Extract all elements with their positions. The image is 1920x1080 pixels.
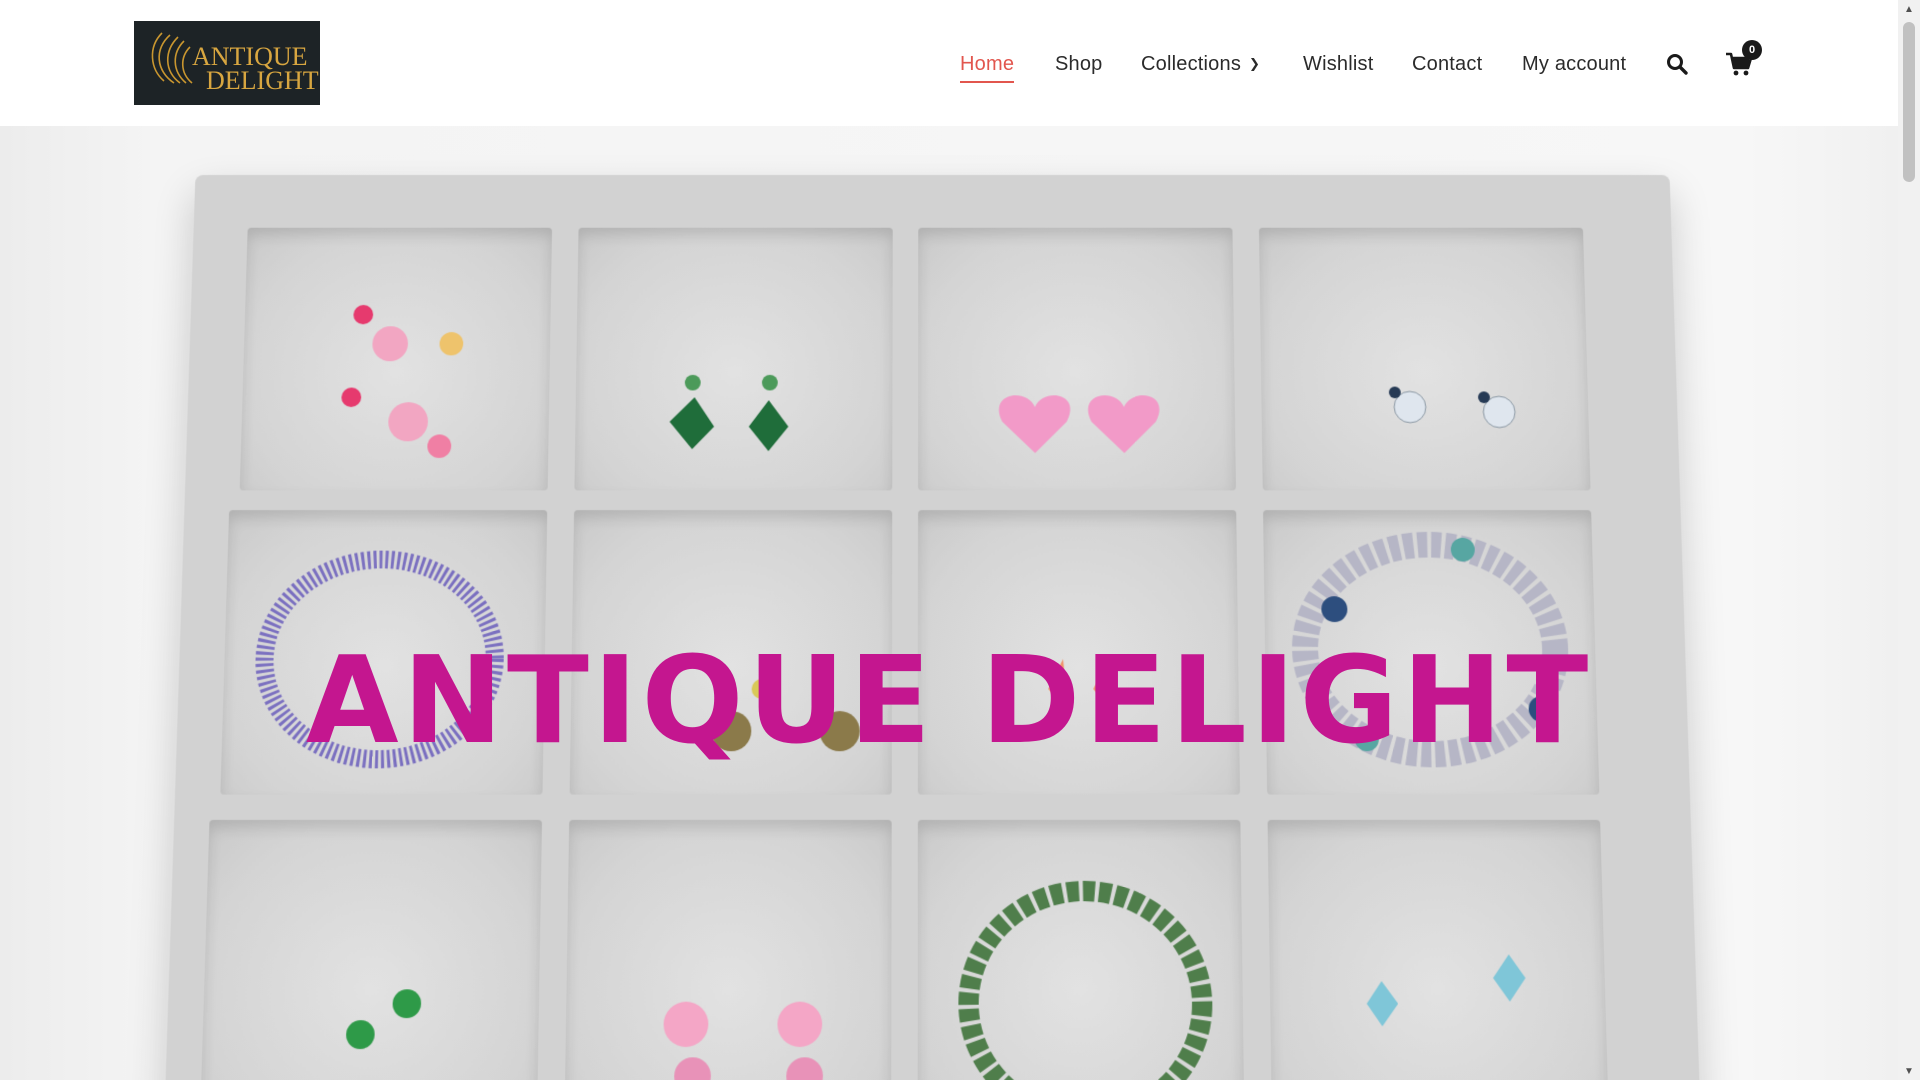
earring-pair-image — [1366, 954, 1527, 1027]
hero-title: ANTIQUE DELIGHT — [305, 632, 1593, 772]
chevron-down-icon: ❯ — [1249, 56, 1261, 71]
site-logo[interactable]: ANTIQUE DELIGHT — [134, 21, 320, 105]
earring-pair-image — [669, 374, 789, 452]
tray-cell — [1258, 227, 1591, 491]
nav-collections[interactable]: Collections ❯ — [1141, 50, 1260, 78]
hero-banner: ANTIQUE DELIGHT — [0, 126, 1898, 1080]
scroll-up-arrow-icon[interactable]: ▲ — [1898, 0, 1920, 18]
nav-my-account[interactable]: My account — [1522, 50, 1626, 78]
scroll-down-arrow-icon[interactable]: ▼ — [1898, 1062, 1920, 1080]
earring-pair-image — [998, 395, 1160, 454]
tray-cell — [239, 227, 553, 491]
bracelet-image — [918, 820, 1245, 1080]
tray-cell — [564, 819, 892, 1080]
nav-collections-label: Collections — [1141, 53, 1242, 75]
nav-shop[interactable]: Shop — [1055, 50, 1103, 78]
earring-pair-image — [663, 1001, 824, 1080]
jewelry-tray-image — [163, 174, 1702, 1080]
search-icon — [1667, 54, 1688, 75]
search-button[interactable] — [1665, 52, 1689, 76]
earring-pair-image — [345, 989, 422, 1050]
earring-pair-image — [341, 304, 464, 458]
nav-wishlist[interactable]: Wishlist — [1303, 50, 1374, 78]
cart-count-badge: 0 — [1742, 40, 1762, 60]
scrollbar-thumb[interactable] — [1903, 22, 1915, 182]
site-header: ANTIQUE DELIGHT Home Shop Collections ❯ W… — [0, 0, 1898, 126]
tray-cell — [917, 819, 1245, 1080]
page-scrollbar[interactable]: ▲ ▼ — [1898, 0, 1920, 1080]
tray-cell — [574, 227, 893, 491]
nav-contact[interactable]: Contact — [1412, 50, 1482, 78]
tray-cell — [199, 819, 543, 1080]
tray-cell — [918, 227, 1236, 491]
tray-cell — [1267, 819, 1610, 1080]
logo-mark-icon: ANTIQUE DELIGHT — [134, 21, 320, 105]
earring-pair-image — [1388, 386, 1591, 491]
logo-text-line2: DELIGHT — [206, 66, 319, 95]
nav-home[interactable]: Home — [960, 50, 1015, 83]
